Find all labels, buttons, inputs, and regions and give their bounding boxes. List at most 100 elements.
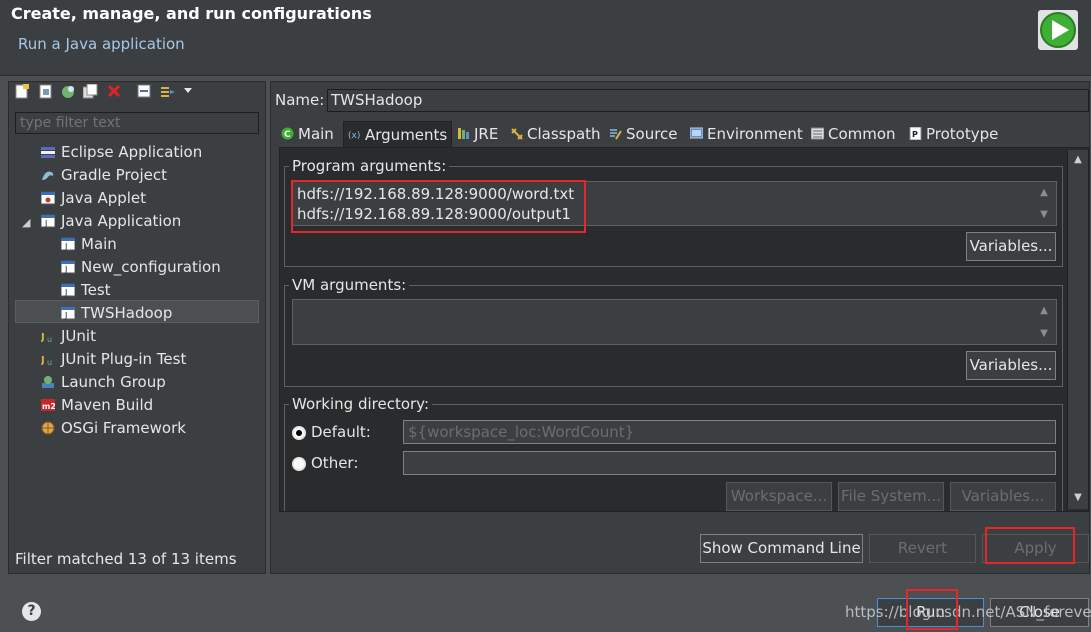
maven-icon: m2	[41, 399, 55, 411]
vm-variables-button[interactable]: Variables...	[966, 351, 1056, 380]
applet-icon	[41, 191, 55, 205]
tree-item-test[interactable]: J Test	[61, 279, 111, 302]
tree-item-label: Eclipse Application	[61, 143, 203, 161]
tree-item-label: Maven Build	[61, 396, 154, 414]
other-radio[interactable]	[292, 457, 306, 471]
java-config-icon: J	[61, 260, 75, 274]
program-variables-button[interactable]: Variables...	[966, 232, 1056, 261]
svg-text:J: J	[64, 288, 67, 297]
tree-item-label: OSGi Framework	[61, 419, 186, 437]
tab-label: Main	[298, 125, 334, 143]
classpath-tab-icon	[511, 128, 523, 140]
default-directory-field: ${workspace_loc:WordCount}	[403, 420, 1056, 444]
gradle-icon	[42, 171, 54, 180]
duplicate-config-icon[interactable]	[82, 83, 98, 100]
tab-common[interactable]: Common	[811, 121, 896, 147]
name-input[interactable]: TWSHadoop	[327, 89, 1089, 112]
new-config-icon[interactable]	[14, 84, 30, 100]
osgi-icon	[41, 421, 55, 435]
svg-text:C: C	[284, 130, 291, 140]
prototype-tab-icon: P	[909, 127, 922, 140]
java-app-icon: J	[41, 214, 55, 228]
tab-arguments[interactable]: (x)= Arguments	[343, 121, 453, 147]
tree-item-eclipse-application[interactable]: Eclipse Application	[41, 141, 202, 164]
launch-group-icon	[42, 376, 54, 388]
main-tab-icon: C	[281, 127, 294, 140]
junit-icon: Ju	[41, 332, 52, 343]
scroll-up-icon[interactable]: ▲	[1038, 306, 1050, 316]
tree-item-java-applet[interactable]: Java Applet	[41, 187, 146, 210]
source-tab-icon	[610, 129, 622, 140]
chevron-down-icon[interactable]	[180, 84, 196, 100]
dialog-subtitle: Run a Java application	[18, 35, 185, 53]
default-radio-label: Default:	[311, 423, 371, 441]
dialog-title: Create, manage, and run configurations	[11, 4, 372, 23]
tree-item-label: Launch Group	[61, 373, 166, 391]
default-radio[interactable]	[292, 426, 306, 440]
svg-text:u: u	[47, 335, 52, 343]
scroll-down-icon[interactable]: ▼	[1038, 210, 1050, 220]
tab-label: Classpath	[527, 125, 601, 143]
expanded-arrow-icon[interactable]: ◢	[22, 212, 34, 234]
other-radio-label: Other:	[311, 454, 359, 472]
tree-item-java-application[interactable]: ◢ J Java Application	[22, 210, 181, 233]
tab-classpath[interactable]: Classpath	[510, 121, 601, 147]
other-directory-field[interactable]	[403, 451, 1056, 475]
svg-text:J: J	[64, 265, 67, 274]
workspace-button[interactable]: Workspace...	[726, 482, 832, 511]
new-prototype-icon[interactable]	[38, 84, 54, 100]
program-arguments-label: Program arguments:	[289, 157, 450, 175]
scroll-up-icon[interactable]: ▲	[1072, 155, 1084, 165]
svg-text:J: J	[41, 332, 45, 343]
highlight-apply	[985, 527, 1075, 564]
tree-item-label: New_configuration	[81, 258, 221, 276]
file-system-button[interactable]: File System...	[838, 482, 944, 511]
filter-input[interactable]: type filter text	[15, 112, 259, 134]
tree-item-maven-build[interactable]: m2 Maven Build	[41, 394, 153, 417]
help-icon[interactable]: ?	[22, 602, 41, 621]
scroll-down-icon[interactable]: ▼	[1072, 493, 1084, 503]
tab-jre[interactable]: JRE	[457, 121, 498, 147]
tab-main[interactable]: C Main	[281, 121, 334, 147]
tab-label: JRE	[474, 125, 499, 143]
tab-environment[interactable]: Environment	[690, 121, 803, 147]
tree-item-main[interactable]: J Main	[61, 233, 117, 256]
highlight-program-arguments	[291, 180, 586, 233]
show-command-line-button[interactable]: Show Command Line	[700, 534, 863, 563]
tree-item-launch-group[interactable]: Launch Group	[41, 371, 166, 394]
directory-variables-button[interactable]: Variables...	[950, 482, 1056, 511]
delete-config-icon[interactable]	[106, 84, 122, 100]
tree-item-gradle-project[interactable]: Gradle Project	[41, 164, 167, 187]
eclipse-icon	[41, 147, 55, 158]
scroll-down-icon[interactable]: ▼	[1038, 329, 1050, 339]
tree-item-osgi-framework[interactable]: OSGi Framework	[41, 417, 186, 440]
tree-item-new-configuration[interactable]: J New_configuration	[61, 256, 221, 279]
export-config-icon[interactable]	[60, 84, 76, 100]
collapse-all-icon[interactable]	[136, 84, 152, 100]
vm-arguments-textarea[interactable]	[292, 299, 1057, 345]
revert-button[interactable]: Revert	[869, 534, 976, 563]
tree-item-junit-plugin-test[interactable]: Ju JUnit Plug-in Test	[41, 348, 186, 371]
svg-text:m2: m2	[42, 402, 55, 411]
svg-text:J: J	[44, 219, 47, 228]
common-tab-icon	[811, 127, 824, 140]
tree-item-junit[interactable]: Ju JUnit	[41, 325, 96, 348]
tab-body-scrollbar[interactable]: ▲ ▼	[1067, 150, 1088, 509]
tree-item-label: TWSHadoop	[81, 304, 173, 322]
svg-text:J: J	[64, 311, 67, 320]
tree-item-label: Java Applet	[61, 189, 147, 207]
tab-prototype[interactable]: P Prototype	[909, 121, 998, 147]
tab-source[interactable]: Source	[609, 121, 678, 147]
watermark-text: https://blog.csdn.net/ASN_forever	[845, 603, 1091, 621]
arguments-tab-icon: (x)=	[348, 131, 361, 141]
tree-item-label: JUnit	[61, 327, 96, 345]
filter-config-icon[interactable]	[160, 84, 176, 100]
tab-label: Source	[626, 125, 678, 143]
scroll-up-icon[interactable]: ▲	[1038, 188, 1050, 198]
tree-item-label: Main	[81, 235, 117, 253]
tree-item-twshadoop[interactable]: J TWSHadoop	[61, 302, 172, 325]
tab-label: Prototype	[926, 125, 999, 143]
highlight-run	[906, 589, 958, 630]
tree-item-label: Test	[81, 281, 111, 299]
tab-label: Arguments	[365, 126, 448, 144]
